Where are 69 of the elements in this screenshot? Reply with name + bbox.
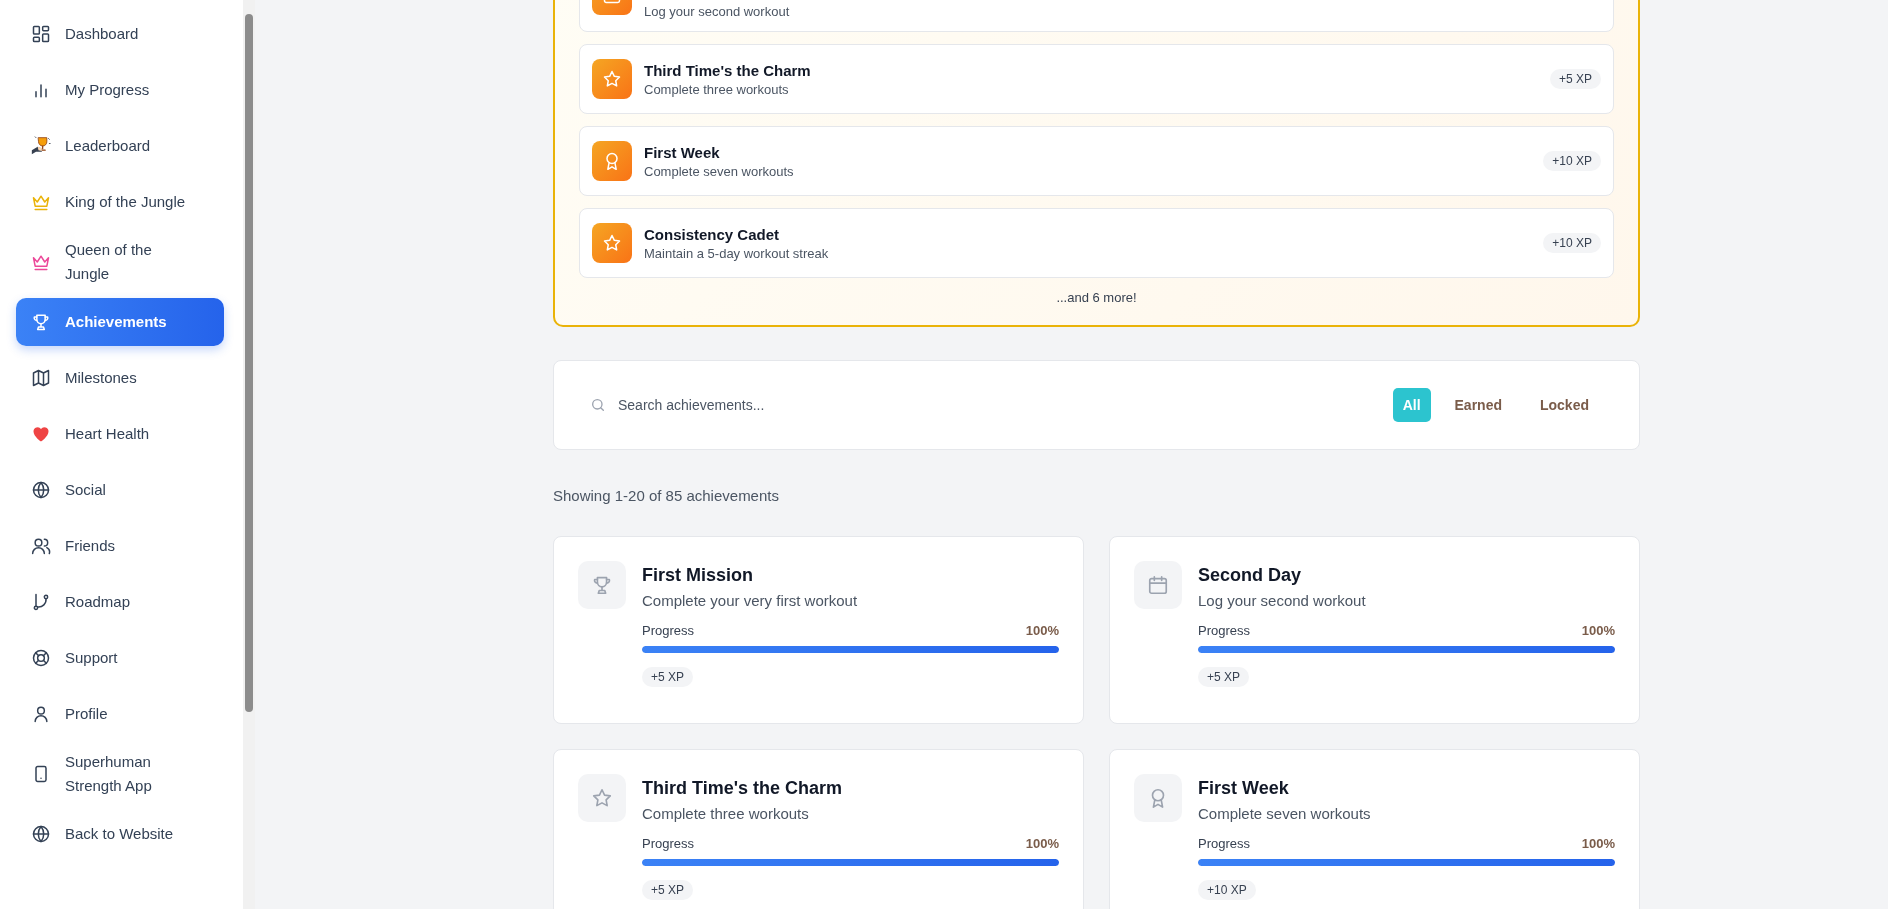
xp-badge: +5 XP: [1549, 69, 1601, 89]
results-count: Showing 1-20 of 85 achievements: [553, 487, 780, 504]
map-icon: [31, 368, 51, 388]
trophy-icon: [31, 312, 51, 332]
heart-icon: [31, 424, 51, 444]
star-icon: [602, 69, 622, 89]
search-icon: [590, 397, 606, 413]
progress-label: Progress: [642, 836, 695, 851]
xp-badge: +10 XP: [1198, 880, 1256, 900]
achievement-description: Complete seven workouts: [1198, 805, 1372, 822]
achievement-description: Maintain a 5-day workout streak: [644, 245, 830, 261]
sidebar-item[interactable]: Leaderboard: [16, 122, 224, 170]
achievement-description: Complete three workouts: [642, 805, 810, 822]
user-icon: [31, 704, 51, 724]
xp-badge: +5 XP: [642, 880, 694, 900]
xp-badge: +10 XP: [1543, 233, 1601, 253]
sidebar-item[interactable]: Support: [16, 634, 224, 682]
sidebar-item[interactable]: Profile: [16, 690, 224, 738]
sidebar-item[interactable]: King of the Jungle: [16, 178, 224, 226]
achievement-description: Complete three workouts: [644, 81, 790, 97]
progress-label: Progress: [642, 623, 695, 638]
grid-icon: [31, 24, 51, 44]
sidebar-item[interactable]: Social: [16, 466, 224, 514]
achievement-title: Third Time's the Charm: [642, 778, 843, 799]
globe-icon: [31, 824, 51, 844]
sidebar-item[interactable]: Queen of the Jungle: [16, 234, 224, 290]
users-icon: [31, 536, 51, 556]
sidebar-item[interactable]: Roadmap: [16, 578, 224, 626]
progress-value: 100%: [1581, 836, 1615, 851]
sidebar-item[interactable]: Milestones: [16, 354, 224, 402]
globe-icon: [31, 480, 51, 500]
achievement-title: First Mission: [642, 565, 754, 586]
progress-label: Progress: [1198, 623, 1251, 638]
star-icon: [591, 787, 613, 809]
progress-value: 100%: [1581, 623, 1615, 638]
achievement-title: Third Time's the Charm: [644, 61, 812, 79]
xp-badge: +5 XP: [642, 667, 694, 687]
star-icon: [602, 233, 622, 253]
search-field[interactable]: Search achievements...: [616, 396, 1383, 414]
trophy-icon: [591, 574, 613, 596]
sidebar-item[interactable]: Back to Website: [16, 810, 224, 858]
more-achievements-text: ...and 6 more!: [1056, 290, 1137, 305]
progress-value: 100%: [1025, 836, 1059, 851]
achievement-description: Complete your very first workout: [642, 592, 859, 609]
sidebar-item[interactable]: My Progress: [16, 66, 224, 114]
sidebar-item[interactable]: Superhuman Strength App: [16, 746, 224, 802]
lifebuoy-icon: [31, 648, 51, 668]
xp-badge: +10 XP: [1543, 151, 1601, 171]
scrollbar-thumb[interactable]: [245, 14, 253, 712]
sidebar-item[interactable]: Achievements: [16, 298, 224, 346]
sidebar-item[interactable]: Heart Health: [16, 410, 224, 458]
filter-tab[interactable]: Locked: [1526, 388, 1603, 422]
achievement-description: Complete seven workouts: [644, 163, 795, 179]
scrollbar[interactable]: [243, 0, 255, 909]
sidebar-item[interactable]: Dashboard: [16, 10, 224, 58]
achievement-title: First Week: [1198, 778, 1290, 799]
achievement-title: First Week: [644, 143, 721, 161]
trophy-hand-icon: [31, 136, 51, 156]
achievement-description: Log your second workout: [1198, 592, 1367, 609]
branch-icon: [31, 592, 51, 612]
xp-badge: +5 XP: [1198, 667, 1250, 687]
achievement-title: Consistency Cadet: [644, 225, 781, 243]
progress-value: 100%: [1025, 623, 1059, 638]
progress-label: Progress: [1198, 836, 1251, 851]
calendar-icon: [1147, 574, 1169, 596]
achievement-description: Log your second workout: [644, 4, 791, 19]
filter-tab[interactable]: Earned: [1440, 388, 1516, 422]
sidebar-item[interactable]: Friends: [16, 522, 224, 570]
achievement-title: Second Day: [1198, 565, 1303, 586]
